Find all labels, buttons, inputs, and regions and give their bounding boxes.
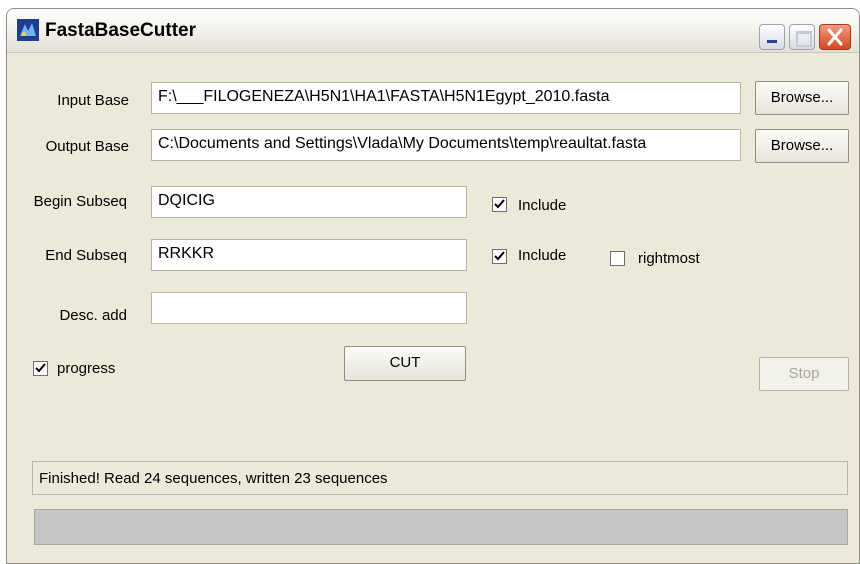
end-subseq-field[interactable]: RRKKR	[151, 239, 467, 271]
maximize-button[interactable]	[789, 24, 815, 50]
title-bar[interactable]: FastaBaseCutter	[7, 9, 859, 53]
desc-add-label: Desc. add	[59, 307, 127, 324]
browse-output-button[interactable]: Browse...	[755, 129, 849, 163]
input-base-label: Input Base	[57, 92, 129, 109]
output-base-label: Output Base	[45, 138, 129, 155]
stop-button[interactable]: Stop	[759, 357, 849, 391]
close-button[interactable]	[819, 24, 851, 50]
status-bar: Finished! Read 24 sequences, written 23 …	[32, 461, 848, 495]
close-icon	[827, 28, 843, 46]
rightmost-checkbox[interactable]	[610, 251, 625, 266]
input-base-field[interactable]: F:\___FILOGENEZA\H5N1\HA1\FASTA\H5N1Egyp…	[151, 82, 741, 114]
checkmark-icon	[35, 363, 46, 373]
begin-subseq-field[interactable]: DQICIG	[151, 186, 467, 218]
progress-label: progress	[57, 360, 116, 377]
progress-checkbox[interactable]	[33, 361, 48, 376]
begin-subseq-label: Begin Subseq	[33, 193, 127, 210]
output-base-field[interactable]: C:\Documents and Settings\Vlada\My Docum…	[151, 129, 741, 161]
end-include-checkbox[interactable]	[492, 249, 507, 264]
cut-button[interactable]: CUT	[344, 346, 466, 381]
app-icon	[17, 19, 39, 41]
begin-include-checkbox[interactable]	[492, 197, 507, 212]
checkmark-icon	[494, 199, 505, 209]
desc-add-field[interactable]	[151, 292, 467, 324]
progress-bar	[34, 509, 848, 545]
browse-input-button[interactable]: Browse...	[755, 81, 849, 115]
window-title: FastaBaseCutter	[45, 20, 196, 41]
minimize-button[interactable]	[759, 24, 785, 50]
begin-include-label: Include	[518, 197, 567, 214]
end-subseq-label: End Subseq	[45, 247, 127, 264]
fasta-base-cutter-window: FastaBaseCutter Input Base F:\___FILOGEN…	[6, 8, 860, 564]
rightmost-label: rightmost	[638, 250, 700, 267]
end-include-label: Include	[518, 247, 567, 264]
checkmark-icon	[494, 251, 505, 261]
